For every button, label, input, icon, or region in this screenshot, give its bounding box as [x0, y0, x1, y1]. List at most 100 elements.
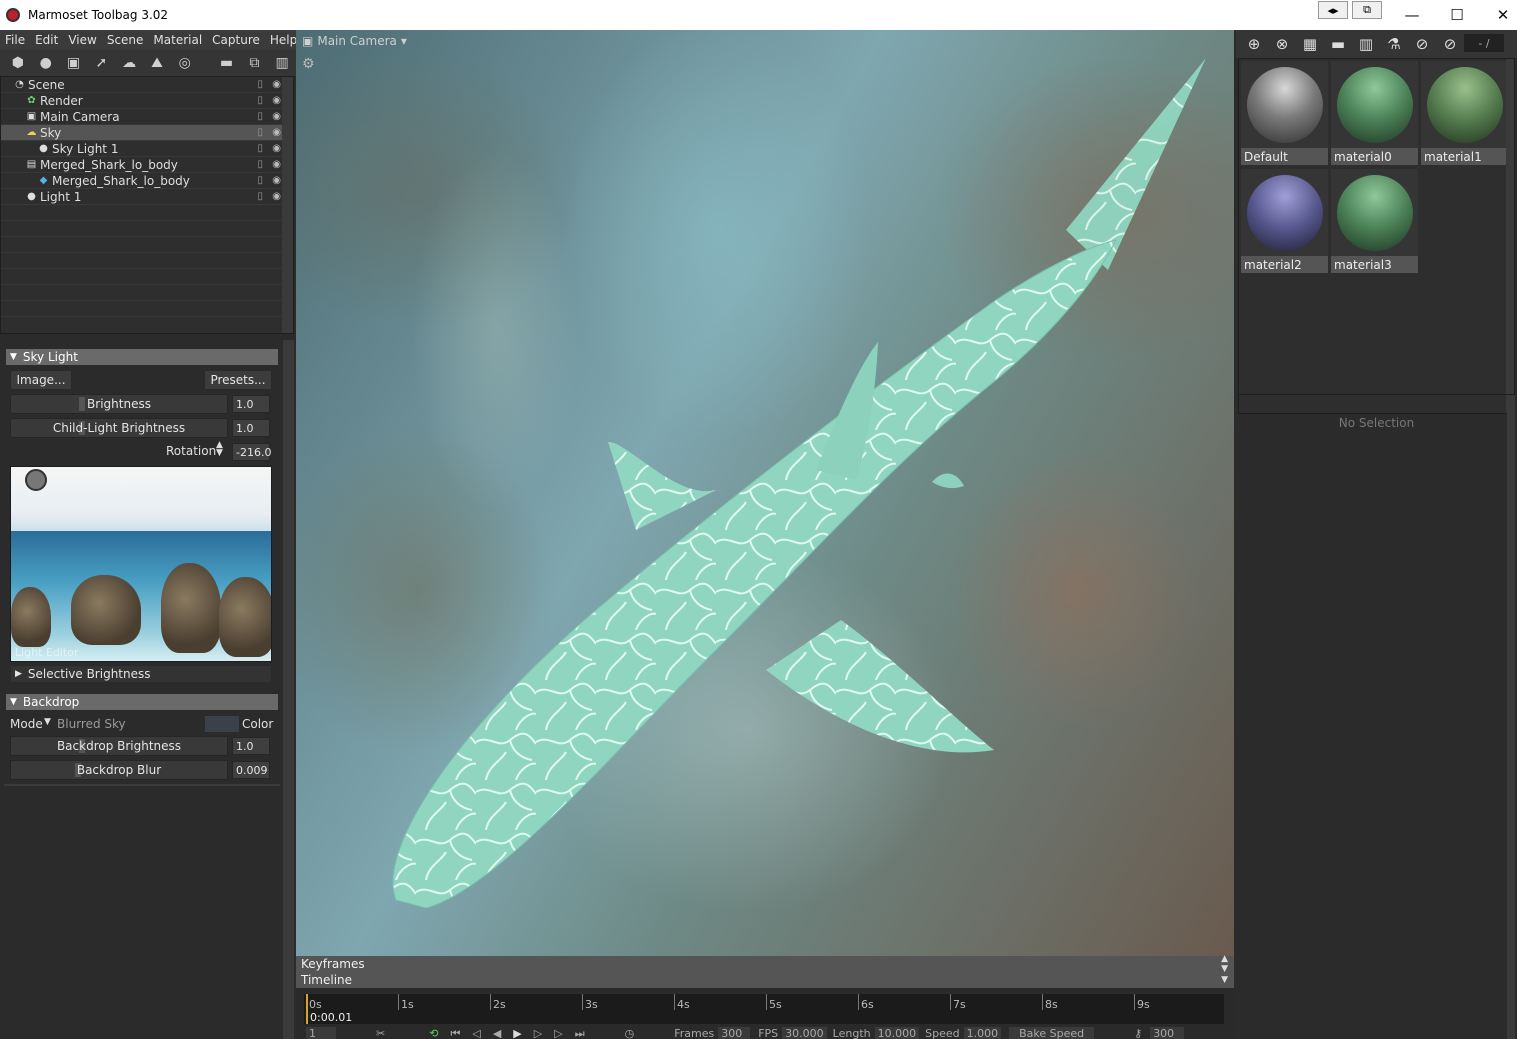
- menu-edit[interactable]: Edit: [30, 33, 63, 47]
- tree-item-merged-shark-mesh[interactable]: ◆ Merged_Shark_lo_body ▯ ◉: [1, 173, 293, 189]
- sky-presets-button[interactable]: Presets...: [204, 370, 272, 390]
- lock-icon[interactable]: ▯: [257, 111, 263, 122]
- material-tile-default[interactable]: Default: [1241, 61, 1328, 165]
- lock-icon[interactable]: ▯: [257, 159, 263, 170]
- length-field[interactable]: 10.000: [874, 1027, 920, 1039]
- tree-item-main-camera[interactable]: ▣ Main Camera ▯ ◉: [1, 109, 293, 125]
- collapse-arrows-icon[interactable]: ▼: [1221, 975, 1228, 985]
- 3d-viewport[interactable]: ▣ Main Camera ▾ ⚙: [296, 30, 1234, 956]
- maximize-button[interactable]: ☐: [1434, 0, 1480, 30]
- sky-image-button[interactable]: Image...: [10, 370, 72, 390]
- tree-item-render[interactable]: ✿ Render ▯ ◉: [1, 93, 293, 109]
- sun-handle-icon[interactable]: [25, 469, 47, 491]
- lock-icon[interactable]: ▯: [257, 95, 263, 106]
- menu-scene[interactable]: Scene: [102, 33, 149, 47]
- camera-dropdown[interactable]: ▣ Main Camera ▾: [302, 34, 407, 48]
- tree-item-scene[interactable]: ◔ Scene ▯ ◉: [1, 77, 293, 93]
- play-icon[interactable]: ▶: [513, 1027, 521, 1039]
- fps-field[interactable]: 30.000: [782, 1027, 827, 1039]
- menu-capture[interactable]: Capture: [207, 33, 265, 47]
- brightness-value-field[interactable]: 1.0: [232, 395, 270, 413]
- lock-icon[interactable]: ▯: [257, 191, 263, 202]
- tree-item-sky-light-1[interactable]: ● Sky Light 1 ▯ ◉: [1, 141, 293, 157]
- next-frame-icon[interactable]: ▷: [534, 1027, 542, 1039]
- lock-icon[interactable]: ▯: [257, 175, 263, 186]
- playhead[interactable]: [306, 994, 308, 1024]
- menu-file[interactable]: File: [0, 33, 30, 47]
- material-tile-material3[interactable]: material3: [1331, 169, 1418, 273]
- spin-arrows-icon[interactable]: ▲ ▼: [216, 441, 223, 458]
- page-field[interactable]: - /: [1464, 34, 1504, 52]
- backdrop-blur-slider[interactable]: Backdrop Blur: [10, 760, 228, 780]
- material-tile-material2[interactable]: material2: [1241, 169, 1328, 273]
- lock-icon[interactable]: ▯: [257, 79, 263, 90]
- add-material-icon[interactable]: ⊕: [1240, 33, 1268, 55]
- end-frame-field[interactable]: 300: [1150, 1027, 1185, 1039]
- child-light-brightness-slider[interactable]: Child-Light Brightness: [10, 418, 228, 438]
- frame-field[interactable]: 1: [306, 1027, 336, 1039]
- trash-icon[interactable]: ▥: [268, 52, 296, 74]
- timeline-panel-header[interactable]: Timeline ▼: [296, 972, 1234, 988]
- sky-icon[interactable]: ⛰: [143, 52, 171, 74]
- prev-frame-icon[interactable]: ◀: [493, 1027, 501, 1039]
- scissors-icon[interactable]: ✂: [376, 1027, 385, 1039]
- tree-item-light-1[interactable]: ● Light 1 ▯ ◉: [1, 189, 293, 205]
- swap-layout-button[interactable]: ◂▸: [1318, 1, 1348, 19]
- shark-icon[interactable]: ➚: [87, 52, 115, 74]
- key-icon[interactable]: ⚷: [1134, 1027, 1142, 1039]
- eye-icon[interactable]: ◉: [272, 79, 281, 90]
- cube-icon[interactable]: ⬢: [4, 52, 32, 74]
- duplicate-icon[interactable]: ⧉: [240, 52, 268, 74]
- folder-icon[interactable]: ▬: [213, 52, 241, 74]
- eye-icon[interactable]: ◉: [272, 191, 281, 202]
- eye-icon[interactable]: ◉: [272, 127, 281, 138]
- cloud-icon[interactable]: ☁: [115, 52, 143, 74]
- tree-item-merged-shark-group[interactable]: ▤ Merged_Shark_lo_body ▯ ◉: [1, 157, 293, 173]
- bake-speed-button[interactable]: Bake Speed: [1009, 1027, 1095, 1039]
- gear-icon[interactable]: ⚙: [302, 56, 315, 72]
- backdrop-section-header[interactable]: ▼ Backdrop: [6, 694, 278, 710]
- close-button[interactable]: ✕: [1480, 0, 1517, 30]
- backdrop-blur-field[interactable]: 0.009: [232, 761, 270, 779]
- swirl-icon[interactable]: ◎: [171, 52, 199, 74]
- mode-dropdown-icon[interactable]: ▼: [44, 717, 51, 727]
- speed-field[interactable]: 1.000: [963, 1027, 1002, 1039]
- checker-icon[interactable]: ▦: [1296, 33, 1324, 55]
- material-grid-scrollbar[interactable]: [1506, 59, 1514, 413]
- backdrop-brightness-field[interactable]: 1.0: [232, 737, 270, 755]
- selective-brightness-toggle[interactable]: ▶ Selective Brightness: [10, 665, 272, 683]
- lock-icon[interactable]: ▯: [257, 143, 263, 154]
- minimize-button[interactable]: —: [1389, 0, 1435, 30]
- frames-field[interactable]: 300: [718, 1027, 751, 1039]
- prev-key-icon[interactable]: ◁: [472, 1027, 480, 1039]
- clear-icon[interactable]: ⊘: [1408, 33, 1436, 55]
- rotation-value-field[interactable]: -216.0: [232, 443, 271, 461]
- sky-light-editor-preview[interactable]: Light Editor: [10, 466, 272, 662]
- detach-window-button[interactable]: ⧉: [1352, 1, 1382, 19]
- pick-material-icon[interactable]: ⚗: [1380, 33, 1408, 55]
- first-frame-icon[interactable]: ⏮: [450, 1027, 460, 1039]
- compass-icon[interactable]: ⊘: [1436, 33, 1464, 55]
- menu-view[interactable]: View: [63, 33, 101, 47]
- eye-icon[interactable]: ◉: [272, 159, 281, 170]
- material-tile-material0[interactable]: material0: [1331, 61, 1418, 165]
- eye-icon[interactable]: ◉: [272, 111, 281, 122]
- eye-icon[interactable]: ◉: [272, 143, 281, 154]
- folder-icon[interactable]: ▬: [1324, 33, 1352, 55]
- bulb-icon[interactable]: ●: [32, 52, 60, 74]
- menu-material[interactable]: Material: [148, 33, 207, 47]
- eye-icon[interactable]: ◉: [272, 95, 281, 106]
- sky-light-section-header[interactable]: ▼ Sky Light: [6, 349, 278, 365]
- trash-icon[interactable]: ▥: [1352, 33, 1380, 55]
- clock-icon[interactable]: ◷: [625, 1027, 635, 1039]
- eye-icon[interactable]: ◉: [272, 175, 281, 186]
- brightness-slider[interactable]: Brightness: [10, 394, 228, 414]
- child-light-brightness-field[interactable]: 1.0: [232, 419, 270, 437]
- properties-scrollbar[interactable]: [283, 340, 294, 1039]
- tree-item-sky[interactable]: ☁ Sky ▯ ◉: [1, 125, 293, 141]
- loop-icon[interactable]: ⟲: [429, 1027, 438, 1039]
- duplicate-material-icon[interactable]: ⊗: [1268, 33, 1296, 55]
- keyframes-panel-header[interactable]: Keyframes ▲ ▼: [296, 954, 1234, 974]
- timeline-ruler[interactable]: 0s 1s 2s 3s 4s 5s 6s 7s 8s 9s 0:00.01: [304, 994, 1224, 1024]
- last-frame-icon[interactable]: ⏭: [575, 1027, 585, 1039]
